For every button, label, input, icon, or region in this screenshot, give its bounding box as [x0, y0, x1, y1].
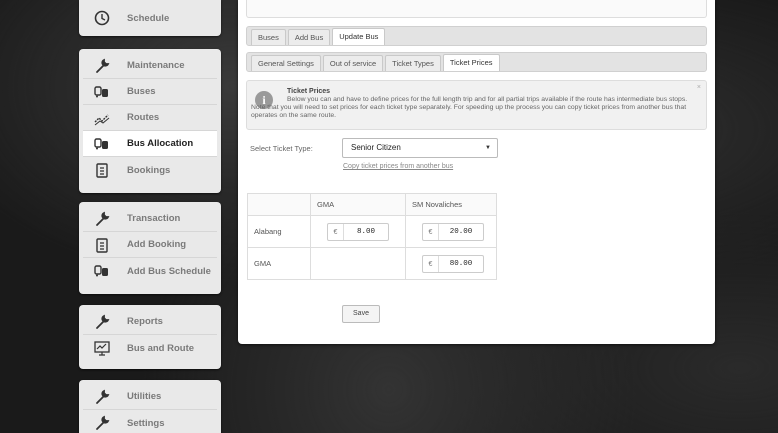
primary-tabbar: Buses Add Bus Update Bus [246, 26, 707, 46]
clipboard-icon [93, 161, 111, 179]
sidebar-panel-utilities: Utilities Settings [79, 380, 221, 433]
bus-icon [93, 262, 111, 280]
tab-ticket-types[interactable]: Ticket Types [385, 55, 441, 71]
sidebar-item-label: Schedule [127, 12, 170, 24]
header-strip [246, 0, 707, 18]
info-body: Below you can and have to define prices … [251, 96, 688, 119]
clipboard-icon [93, 236, 111, 254]
secondary-tabbar: General Settings Out of service Ticket T… [246, 52, 707, 72]
sidebar-item-label: Bus Allocation [127, 138, 194, 149]
sidebar-item-add-bus-schedule[interactable]: Add Bus Schedule [83, 258, 217, 284]
table-row: GMA € 80.00 [247, 247, 497, 280]
wrench-icon [93, 210, 111, 228]
sidebar-item-maintenance[interactable]: Maintenance [83, 53, 217, 79]
price-input-alabang-sm[interactable]: € 20.00 [422, 222, 484, 241]
tab-out-of-service[interactable]: Out of service [322, 55, 384, 71]
sidebar-item-label: Add Booking [127, 239, 187, 250]
sidebar-item-settings[interactable]: Settings [83, 410, 217, 433]
sidebar-panel-maintenance: Maintenance Buses Routes Bus Allocation … [79, 49, 221, 193]
sidebar-item-routes[interactable]: Routes [83, 105, 217, 131]
currency-symbol: € [423, 223, 439, 240]
clock-icon [93, 9, 111, 27]
price-cell: € 80.00 [405, 247, 497, 280]
sidebar-item-buses[interactable]: Buses [83, 79, 217, 105]
tab-general-settings[interactable]: General Settings [251, 55, 321, 71]
price-value: 80.00 [449, 259, 473, 268]
save-button[interactable]: Save [342, 305, 380, 323]
prices-table: GMA SM Novaliches Alabang € 8.00 € 20.00… [247, 193, 497, 280]
sidebar-item-schedule[interactable]: Schedule [83, 5, 217, 31]
sidebar-item-label: Bus and Route [127, 342, 195, 354]
sidebar-item-label: Add Bus Schedule [127, 265, 211, 277]
sidebar-item-label: Reports [127, 316, 163, 327]
sidebar-panel-transaction: Transaction Add Booking Add Bus Schedule [79, 202, 221, 294]
copy-prices-link[interactable]: Copy ticket prices from another bus [343, 163, 453, 170]
close-icon[interactable]: × [697, 84, 701, 92]
sidebar-panel-reports: Reports Bus and Route [79, 305, 221, 369]
sidebar-item-add-booking[interactable]: Add Booking [83, 232, 217, 258]
sidebar-item-utilities[interactable]: Utilities [83, 384, 217, 410]
tab-add-bus[interactable]: Add Bus [287, 29, 331, 45]
chevron-down-icon: ▼ [485, 145, 491, 151]
price-cell-empty [310, 247, 406, 280]
sidebar-item-label: Maintenance [127, 60, 185, 71]
currency-symbol: € [328, 223, 344, 240]
currency-symbol: € [423, 255, 439, 272]
tab-ticket-prices[interactable]: Ticket Prices [442, 54, 500, 71]
price-value: 8.00 [356, 227, 375, 236]
sidebar-item-transaction[interactable]: Transaction [83, 206, 217, 232]
bus-icon [93, 83, 111, 101]
price-cell: € 8.00 [310, 215, 406, 248]
sidebar-item-bookings[interactable]: Bookings [83, 157, 217, 183]
presentation-icon [93, 339, 111, 357]
sidebar-item-label: Routes [127, 112, 160, 123]
info-box: i Ticket Prices Below you can and have t… [246, 80, 707, 130]
sidebar-item-label: Settings [127, 417, 165, 429]
sidebar-item-label: Bookings [127, 164, 171, 176]
sidebar-item-label: Utilities [127, 391, 162, 402]
wrench-icon [93, 414, 111, 432]
sidebar-item-label: Transaction [127, 213, 181, 224]
price-input-gma-sm[interactable]: € 80.00 [422, 254, 484, 273]
sidebar-item-label: Buses [127, 86, 156, 97]
sidebar-item-bus-and-route[interactable]: Bus and Route [83, 335, 217, 361]
sidebar-item-reports[interactable]: Reports [83, 309, 217, 335]
ticket-type-selected: Senior Citizen [351, 143, 401, 152]
column-header-sm-novaliches: SM Novaliches [405, 193, 497, 216]
wrench-icon [93, 313, 111, 331]
sidebar-item-bus-allocation[interactable]: Bus Allocation [83, 131, 217, 157]
sidebar-panel-schedule: Schedule [79, 0, 221, 36]
info-title: Ticket Prices [287, 88, 331, 95]
bus-icon [93, 135, 111, 153]
route-icon [93, 109, 111, 127]
row-label-gma: GMA [247, 247, 311, 280]
wrench-icon [93, 388, 111, 406]
ticket-type-label: Select Ticket Type: [250, 144, 313, 153]
ticket-type-select[interactable]: Senior Citizen ▼ [342, 138, 498, 158]
tab-update-bus[interactable]: Update Bus [332, 28, 386, 45]
price-input-alabang-gma[interactable]: € 8.00 [327, 222, 389, 241]
tab-buses[interactable]: Buses [251, 29, 286, 45]
row-label-alabang: Alabang [247, 215, 311, 248]
price-cell: € 20.00 [405, 215, 497, 248]
column-header-gma: GMA [310, 193, 406, 216]
wrench-icon [93, 57, 111, 75]
table-header-row: GMA SM Novaliches [247, 193, 497, 216]
price-value: 20.00 [449, 227, 473, 236]
table-row: Alabang € 8.00 € 20.00 [247, 215, 497, 248]
column-header [247, 193, 311, 216]
main-content-panel: Buses Add Bus Update Bus General Setting… [238, 0, 715, 344]
